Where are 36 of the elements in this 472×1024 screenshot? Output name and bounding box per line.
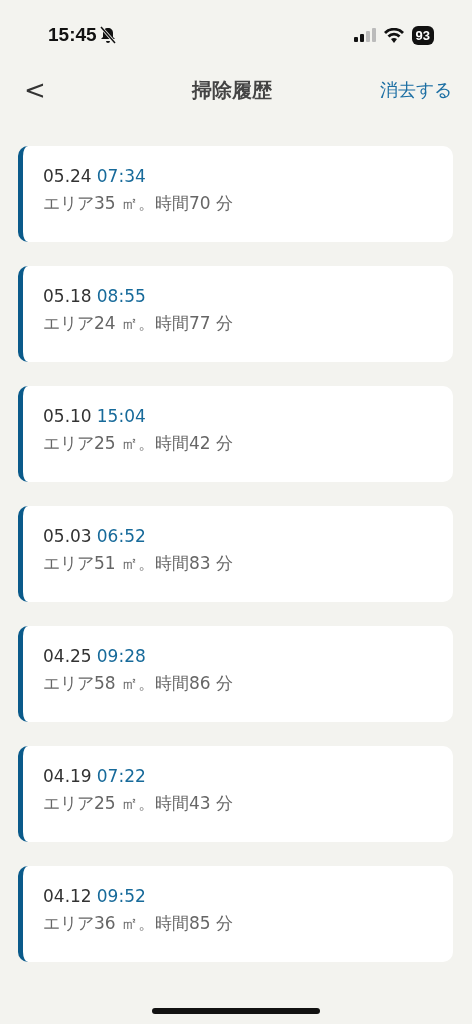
signal-icon — [353, 28, 376, 42]
record-date: 05.24 — [43, 166, 92, 186]
record-date: 04.25 — [43, 646, 92, 666]
history-card[interactable]: 04.19 07:22 エリア25 ㎡。時間43 分 — [18, 746, 453, 842]
record-summary: エリア36 ㎡。時間85 分 — [43, 912, 235, 935]
page-title: 掃除履歴 — [190, 76, 273, 104]
record-time: 07:22 — [96, 766, 146, 786]
record-date: 05.10 — [43, 406, 92, 426]
record-summary: エリア58 ㎡。時間86 分 — [43, 672, 235, 695]
record-summary: エリア24 ㎡。時間77 分 — [43, 312, 235, 335]
wifi-icon — [383, 27, 404, 43]
history-card[interactable]: 05.03 06:52 エリア51 ㎡。時間83 分 — [18, 506, 453, 602]
muted-bell-icon — [99, 26, 116, 44]
record-date: 04.19 — [43, 766, 92, 786]
record-summary: エリア35 ㎡。時間70 分 — [43, 192, 235, 215]
record-time: 08:55 — [96, 286, 146, 306]
history-card[interactable]: 05.18 08:55 エリア24 ㎡。時間77 分 — [18, 266, 453, 362]
clock: 15:45 — [48, 24, 97, 46]
record-summary: エリア25 ㎡。時間42 分 — [43, 432, 235, 455]
history-card[interactable]: 05.24 07:34 エリア35 ㎡。時間70 分 — [18, 146, 453, 242]
record-summary: エリア51 ㎡。時間83 分 — [43, 552, 235, 575]
clear-button[interactable]: 消去する — [380, 78, 452, 102]
history-card[interactable]: 04.25 09:28 エリア58 ㎡。時間86 分 — [18, 626, 453, 722]
record-time: 15:04 — [96, 406, 146, 426]
record-time: 09:52 — [96, 886, 146, 906]
record-time: 09:28 — [96, 646, 146, 666]
record-time: 06:52 — [96, 526, 146, 546]
back-button[interactable]: < — [24, 75, 54, 105]
battery-level: 93 — [411, 25, 434, 45]
record-date: 04.12 — [43, 886, 92, 906]
record-time: 07:34 — [96, 166, 146, 186]
record-summary: エリア25 ㎡。時間43 分 — [43, 792, 235, 815]
record-date: 05.18 — [43, 286, 92, 306]
history-card[interactable]: 04.12 09:52 エリア36 ㎡。時間85 分 — [18, 866, 453, 962]
history-card[interactable]: 05.10 15:04 エリア25 ㎡。時間42 分 — [18, 386, 453, 482]
record-date: 05.03 — [43, 526, 92, 546]
